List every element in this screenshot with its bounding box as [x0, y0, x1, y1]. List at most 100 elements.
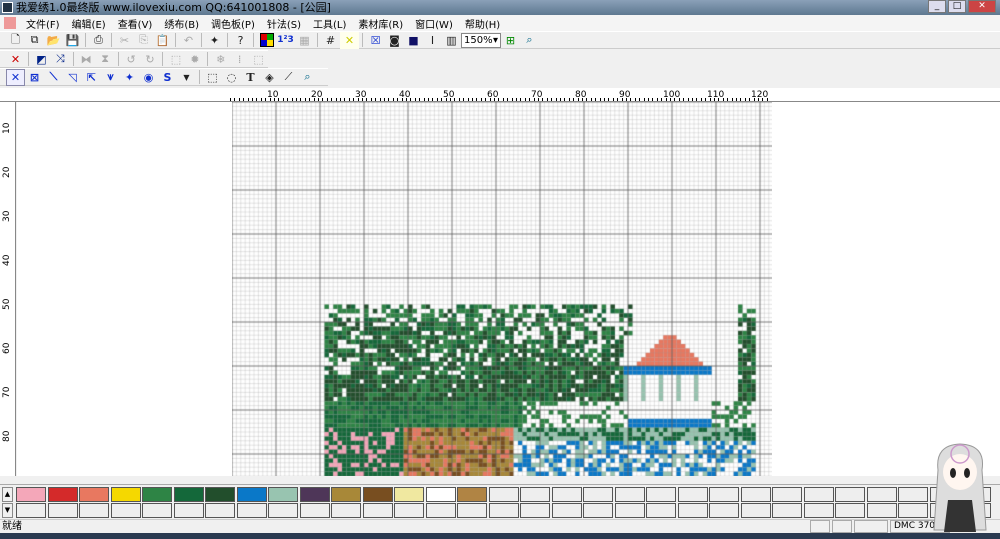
palette-swatch[interactable]	[866, 503, 897, 518]
paste-icon[interactable]: 📋	[153, 32, 172, 49]
menu-view[interactable]: 查看(V)	[112, 16, 159, 31]
texture-icon[interactable]: ▦	[295, 32, 314, 49]
palette-swatch[interactable]	[551, 487, 582, 502]
quarter-stitch-icon[interactable]: ◹	[63, 69, 82, 86]
full-cross-icon[interactable]: ✕	[6, 68, 25, 86]
palette-swatch[interactable]	[488, 487, 519, 502]
palette-swatch[interactable]	[79, 487, 109, 502]
palette-swatch[interactable]	[583, 487, 613, 502]
text-cursor-icon[interactable]: I	[423, 32, 442, 49]
palette-swatch[interactable]	[551, 503, 582, 518]
palette-swatch[interactable]	[740, 503, 771, 518]
flip-vertical-icon[interactable]: ⧗	[96, 51, 115, 68]
palette-swatch[interactable]	[362, 503, 393, 518]
palette-swatch[interactable]	[47, 487, 78, 502]
document-icon[interactable]	[4, 17, 16, 29]
palette-swatch[interactable]	[299, 487, 330, 502]
eyedropper-icon[interactable]: ⟋	[279, 69, 298, 86]
symbol-view-icon[interactable]: ◙	[385, 32, 404, 49]
replace-color-icon[interactable]: ◩	[32, 51, 51, 68]
paint-bucket-icon[interactable]: ◈	[260, 69, 279, 86]
palette-swatch[interactable]	[16, 503, 46, 518]
zoom-tool-icon[interactable]: ⌕	[520, 32, 539, 49]
palette-swatch[interactable]	[835, 503, 865, 518]
fabric-view-icon[interactable]: ▥	[442, 32, 461, 49]
menu-window[interactable]: 窗口(W)	[409, 16, 459, 31]
minimize-button[interactable]: _	[928, 0, 946, 13]
palette-swatch[interactable]	[677, 487, 708, 502]
palette-swatch[interactable]	[709, 487, 739, 502]
palette-swatch[interactable]	[898, 487, 928, 502]
palette-swatch[interactable]	[331, 503, 361, 518]
menu-edit[interactable]: 编辑(E)	[66, 16, 112, 31]
close-button[interactable]: ✕	[968, 0, 996, 13]
palette-swatch[interactable]	[425, 487, 456, 502]
menu-file[interactable]: 文件(F)	[20, 16, 66, 31]
palette-swatch[interactable]	[16, 487, 46, 502]
palette-scroll-up[interactable]: ▲	[2, 487, 13, 502]
palette-swatch[interactable]	[47, 503, 78, 518]
select-shape-icon[interactable]: ⬚	[166, 51, 185, 68]
palette-scroll-down[interactable]: ▼	[2, 503, 13, 518]
numbering-icon[interactable]: 1²3	[276, 32, 295, 49]
palette-swatch[interactable]	[142, 487, 172, 502]
bead-icon[interactable]: ◉	[139, 69, 158, 86]
rotate-left-icon[interactable]: ↺	[122, 51, 141, 68]
grid-icon[interactable]: #	[321, 32, 340, 49]
palette-swatch[interactable]	[803, 487, 834, 502]
copy-icon[interactable]: ⎘	[134, 32, 153, 49]
fit-view-icon[interactable]: ⊞	[501, 32, 520, 49]
palette-swatch[interactable]	[898, 503, 928, 518]
palette-swatch[interactable]	[110, 487, 141, 502]
menu-tools[interactable]: 工具(L)	[307, 16, 352, 31]
wizard-icon[interactable]: ✦	[205, 32, 224, 49]
open-folder-icon[interactable]: 📂	[44, 32, 63, 49]
palette-swatch[interactable]	[173, 503, 204, 518]
palette-swatch[interactable]	[614, 503, 645, 518]
menu-stitch[interactable]: 针法(S)	[261, 16, 307, 31]
palette-swatch[interactable]	[268, 503, 298, 518]
palette-swatch[interactable]	[677, 503, 708, 518]
select-area-icon[interactable]: ⬚	[249, 51, 268, 68]
palette-swatch[interactable]	[520, 503, 550, 518]
half-mirror-icon[interactable]: ⁞	[230, 51, 249, 68]
delete-icon[interactable]: ✕	[6, 51, 25, 68]
palette-swatch[interactable]	[205, 503, 235, 518]
half-stitch-icon[interactable]: ⟍	[44, 69, 63, 86]
palette-swatch[interactable]	[394, 503, 424, 518]
magnifier-icon[interactable]: ⌕	[298, 69, 317, 86]
mirror-icon[interactable]: ❄	[211, 51, 230, 68]
menu-fabric[interactable]: 绣布(B)	[158, 16, 205, 31]
palette-swatch[interactable]	[772, 503, 802, 518]
palette-swatch[interactable]	[268, 487, 298, 502]
palette-swatch[interactable]	[236, 503, 267, 518]
palette-swatch[interactable]	[520, 487, 550, 502]
backstitch-icon[interactable]: ⩛	[101, 69, 120, 86]
new-file-icon[interactable]: 🗋	[6, 32, 25, 49]
undo-icon[interactable]: ↶	[179, 32, 198, 49]
palette-swatch[interactable]	[394, 487, 424, 502]
print-icon[interactable]: ⎙	[89, 32, 108, 49]
palette-swatch[interactable]	[79, 503, 109, 518]
palette-swatch[interactable]	[709, 503, 739, 518]
palette-swatch[interactable]	[362, 487, 393, 502]
palette-swatch[interactable]	[835, 487, 865, 502]
palette-swatch[interactable]	[205, 487, 235, 502]
swap-stitch-icon[interactable]: ⤨	[51, 51, 70, 68]
palette-swatch[interactable]	[457, 503, 487, 518]
palette-swatch[interactable]	[583, 503, 613, 518]
quarter-cross-icon[interactable]: ⊠	[25, 69, 44, 86]
save-icon[interactable]: 💾	[63, 32, 82, 49]
palette-swatch[interactable]	[331, 487, 361, 502]
palette-swatch[interactable]	[236, 487, 267, 502]
cross-stitch-pattern[interactable]	[232, 102, 772, 476]
french-knot-icon[interactable]: ✦	[120, 69, 139, 86]
palette-swatch[interactable]	[772, 487, 802, 502]
zoom-select[interactable]: 150% ▾	[461, 32, 501, 48]
flip-horizontal-icon[interactable]: ⧓	[77, 51, 96, 68]
lasso-select-icon[interactable]: ◌	[222, 69, 241, 86]
palette-swatch[interactable]	[142, 503, 172, 518]
new-from-image-icon[interactable]: ⧉	[25, 32, 44, 49]
palette-swatch[interactable]	[614, 487, 645, 502]
palette-swatch[interactable]	[646, 487, 676, 502]
